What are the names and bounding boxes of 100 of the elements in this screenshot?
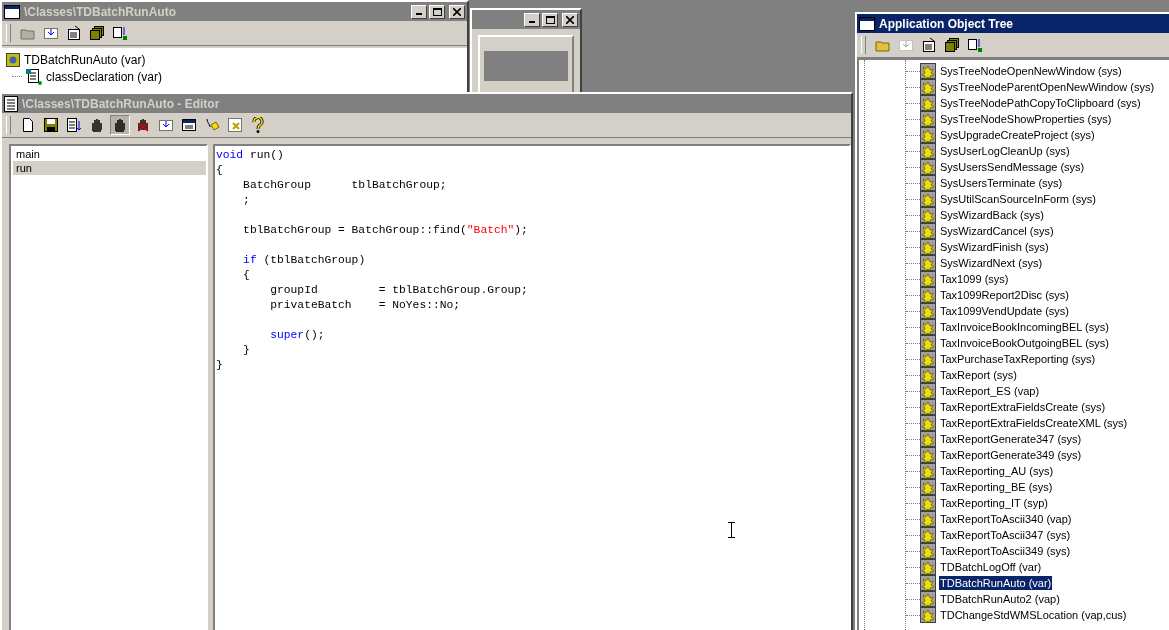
save-icon[interactable]	[41, 115, 61, 135]
class-node-icon	[920, 303, 936, 319]
tree-node[interactable]: SysTreeNodeOpenNewWindow (sys)	[939, 64, 1123, 78]
editor-icon	[4, 95, 18, 112]
class-node-icon	[920, 543, 936, 559]
class-node-icon	[920, 607, 936, 623]
class-node-icon	[920, 463, 936, 479]
tree-node[interactable]: classDeclaration (var)	[46, 69, 163, 84]
tree-node[interactable]: SysTreeNodeParentOpenNewWindow (sys)	[939, 80, 1156, 94]
code-line: }	[216, 358, 224, 373]
tree-node[interactable]: TaxReportGenerate347 (sys)	[939, 432, 1083, 446]
class-node-icon	[920, 575, 936, 591]
class-node-icon	[920, 111, 936, 127]
class-node-icon	[920, 367, 936, 383]
window-title: \Classes\TDBatchRunAuto	[24, 4, 177, 19]
code-line: if (tblBatchGroup)	[242, 253, 367, 268]
maximize-icon	[545, 15, 555, 24]
tree-node[interactable]: Tax1099VendUpdate (sys)	[939, 304, 1071, 318]
tree-node[interactable]: TaxReportExtraFieldsCreateXML (sys)	[939, 416, 1129, 430]
tree-node[interactable]: TaxReportGenerate349 (sys)	[939, 448, 1083, 462]
class-node-icon	[920, 319, 936, 335]
tree-node[interactable]: TaxReporting_BE (sys)	[939, 480, 1054, 494]
window-icon	[4, 4, 20, 19]
tree-node[interactable]: SysUsersSendMessage (sys)	[939, 160, 1086, 174]
class-node-icon	[920, 159, 936, 175]
tree-node[interactable]: TaxReportToAscii347 (sys)	[939, 528, 1072, 542]
tree-node[interactable]: TaxInvoiceBookOutgoingBEL (sys)	[939, 336, 1110, 350]
class-node-icon	[920, 383, 936, 399]
window-title: \Classes\TDBatchRunAuto - Editor	[22, 96, 220, 111]
tree-node[interactable]: Tax1099Report2Disc (sys)	[939, 288, 1070, 302]
close-icon	[453, 7, 461, 16]
tree-node[interactable]: Tax1099 (sys)	[939, 272, 1010, 286]
class-node-icon	[920, 287, 936, 303]
class-node-icon	[920, 63, 936, 79]
tree-node[interactable]: TDBatchRunAuto2 (vap)	[939, 592, 1061, 606]
stack-icon[interactable]	[942, 35, 962, 55]
class-node-icon	[920, 271, 936, 287]
document-arrow-icon[interactable]	[64, 115, 84, 135]
class-node-icon	[920, 175, 936, 191]
tree-node[interactable]: TDBatchLogOff (var)	[939, 560, 1043, 574]
code-line: ;	[242, 193, 251, 208]
class-node-icon	[920, 399, 936, 415]
method-item[interactable]: main	[13, 147, 206, 161]
tree-node[interactable]: TaxReport (sys)	[939, 368, 1019, 382]
code-line: groupId = tblBatchGroup.Group;	[269, 283, 529, 298]
class-icon	[6, 52, 20, 67]
class-node-icon	[920, 143, 936, 159]
tree-node[interactable]: TDChangeStdWMSLocation (vap,cus)	[939, 608, 1128, 622]
tree-node[interactable]: TaxPurchaseTaxReporting (sys)	[939, 352, 1097, 366]
tree-node[interactable]: SysTreeNodeShowProperties (sys)	[939, 112, 1113, 126]
tree-node[interactable]: SysTreeNodePathCopyToClipboard (sys)	[939, 96, 1142, 110]
tree-node[interactable]: TaxReporting_IT (syp)	[939, 496, 1049, 510]
tree-node[interactable]: TDBatchRunAuto (var)	[939, 576, 1053, 590]
code-editor[interactable]: void run() { BatchGroup tblBatchGroup; ; tblBatchGroup = BatchGroup::find("Batch"); if (tblBatchGroup) { groupId = tblBatchGroup.Group; privateBatch = NoYes::No; super(); } }	[213, 144, 851, 630]
class-node-icon	[920, 127, 936, 143]
tree-node[interactable]: SysUserLogCleanUp (sys)	[939, 144, 1071, 158]
close-icon	[566, 15, 574, 24]
code-line: {	[216, 163, 224, 178]
class-node-icon	[920, 447, 936, 463]
tree-node[interactable]: TaxReporting_AU (sys)	[939, 464, 1055, 478]
class-node-icon	[920, 479, 936, 495]
class-node-icon	[920, 527, 936, 543]
text-cursor-icon	[728, 522, 735, 538]
class-node-icon	[920, 559, 936, 575]
maximize-icon	[432, 7, 442, 16]
tree-node[interactable]: SysWizardBack (sys)	[939, 208, 1045, 222]
class-node-icon	[920, 95, 936, 111]
tree-node[interactable]: TDBatchRunAuto (var)	[24, 52, 146, 67]
tree-node[interactable]: TaxReportToAscii340 (vap)	[939, 512, 1073, 526]
class-node-icon	[920, 207, 936, 223]
class-node-icon	[920, 335, 936, 351]
tree-node[interactable]: TaxReportExtraFieldsCreate (sys)	[939, 400, 1107, 414]
class-node-icon	[920, 431, 936, 447]
tree-node[interactable]: SysWizardNext (sys)	[939, 256, 1044, 270]
tree-node[interactable]: TaxInvoiceBookIncomingBEL (sys)	[939, 320, 1110, 334]
class-node-icon	[920, 351, 936, 367]
tree-node[interactable]: SysUsersTerminate (sys)	[939, 176, 1064, 190]
tree-node[interactable]: TaxReportToAscii349 (sys)	[939, 544, 1072, 558]
method-item[interactable]: run	[13, 161, 206, 175]
tree-node[interactable]: SysUpgradeCreateProject (sys)	[939, 128, 1096, 142]
code-line: void run()	[216, 148, 285, 163]
tree-node[interactable]: SysUtilScanSourceInForm (sys)	[939, 192, 1097, 206]
class-node-icon	[920, 239, 936, 255]
class-node-icon	[920, 79, 936, 95]
tree-node[interactable]: SysWizardCancel (sys)	[939, 224, 1055, 238]
tree-node[interactable]: TaxReport_ES (vap)	[939, 384, 1041, 398]
class-node-icon	[920, 191, 936, 207]
code-line: {	[242, 268, 251, 283]
class-node-icon	[920, 591, 936, 607]
code-line: }	[242, 343, 251, 358]
class-node-icon	[920, 415, 936, 431]
tree-node[interactable]: SysWizardFinish (sys)	[939, 240, 1050, 254]
window-title: Application Object Tree	[879, 16, 1014, 31]
hand-icon[interactable]	[110, 115, 130, 135]
stack-icon[interactable]	[87, 23, 107, 43]
class-node-icon	[920, 495, 936, 511]
code-line: privateBatch = NoYes::No;	[269, 298, 462, 313]
class-node-icon	[920, 255, 936, 271]
class-node-icon	[920, 511, 936, 527]
method-icon	[26, 68, 42, 85]
